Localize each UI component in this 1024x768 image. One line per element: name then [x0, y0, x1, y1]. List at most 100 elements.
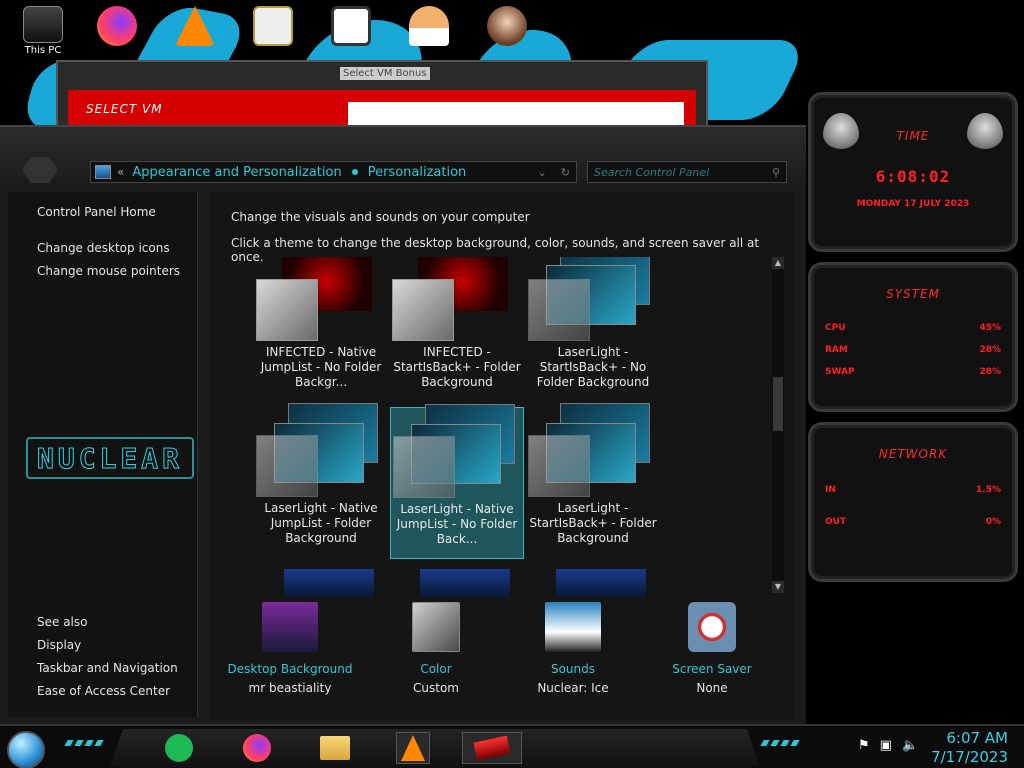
theme-preview-image: [420, 569, 510, 597]
sidebar: Control Panel Home Change desktop icons …: [8, 192, 198, 717]
taskbar-accent: [64, 740, 108, 746]
see-also-display[interactable]: Display: [37, 638, 81, 652]
maze-icon: [331, 6, 371, 46]
folder-icon: [320, 736, 350, 760]
setting-value: None: [696, 681, 728, 695]
firefox-icon: [243, 734, 271, 762]
theme-tile[interactable]: LaserLight - StartIsBack+ - Folder Backg…: [526, 403, 660, 559]
control-panel-icon: [95, 165, 111, 179]
setting-value: mr beastiality: [248, 681, 332, 695]
sidebar-link-desktop-icons[interactable]: Change desktop icons: [37, 241, 170, 255]
color-swatch-icon: [412, 602, 460, 652]
desktop-icon-portrait[interactable]: [482, 6, 532, 56]
scrollbar-thumb[interactable]: [773, 377, 783, 431]
theme-settings-row: Desktop Background mr beastiality Color …: [220, 602, 784, 712]
color-setting[interactable]: Color Custom: [366, 602, 506, 695]
taskbar-app-vm[interactable]: [462, 732, 522, 764]
breadcrumb-appearance[interactable]: Appearance and Personalization: [132, 165, 341, 180]
volume-icon[interactable]: 🔈: [902, 738, 918, 753]
ram-row: RAM 28%: [825, 345, 1001, 355]
theme-tile[interactable]: LaserLight - StartIsBack+ - No Folder Ba…: [526, 257, 660, 403]
theme-name: LaserLight - StartIsBack+ - No Folder Ba…: [536, 345, 650, 389]
desktop-icon-doctor[interactable]: [404, 6, 454, 56]
time-widget-title: TIME: [896, 129, 930, 143]
network-in-row: IN 1.5%: [825, 485, 1001, 495]
breadcrumb-personalization[interactable]: Personalization: [368, 165, 467, 180]
desktop-icon-maze[interactable]: [326, 6, 376, 56]
theme-tile[interactable]: LaserLight - Native JumpList - Folder Ba…: [254, 403, 388, 559]
search-icon[interactable]: ⚲: [772, 166, 780, 179]
back-forward-icon[interactable]: [22, 157, 58, 183]
theme-color-swatch: [528, 279, 590, 341]
chevron-down-icon[interactable]: ⌄: [538, 166, 547, 179]
setting-label: Screen Saver: [672, 662, 752, 676]
search-placeholder: Search Control Panel: [594, 165, 710, 179]
search-input[interactable]: Search Control Panel ⚲: [587, 161, 787, 183]
theme-tile[interactable]: INFECTED - StartIsBack+ - Folder Backgro…: [390, 257, 524, 403]
see-also-taskbar[interactable]: Taskbar and Navigation: [37, 661, 178, 675]
theme-name: INFECTED - StartIsBack+ - Folder Backgro…: [393, 345, 521, 389]
scroll-down-icon[interactable]: ▼: [772, 581, 784, 593]
sidebar-link-mouse-pointers[interactable]: Change mouse pointers: [37, 264, 180, 278]
scroll-up-icon[interactable]: ▲: [772, 257, 784, 269]
widget-date: MONDAY 17 JULY 2023: [856, 199, 970, 209]
cpu-row: CPU 45%: [825, 323, 1001, 333]
screen-saver-icon: [688, 602, 736, 652]
desktop-icon-firefox[interactable]: [92, 6, 142, 56]
see-also-ease-of-access[interactable]: Ease of Access Center: [37, 684, 170, 698]
theme-color-swatch: [392, 279, 454, 341]
flag-icon[interactable]: ⚑: [858, 738, 870, 753]
desktop-background-icon: [262, 602, 318, 652]
see-also-heading: See also: [37, 615, 88, 629]
taskbar-app-spotify[interactable]: [162, 732, 196, 764]
breadcrumb-separator-icon: [351, 169, 358, 175]
taskbar-clock[interactable]: 6:07 AM 7/17/2023: [931, 729, 1008, 767]
firefox-icon: [97, 6, 137, 46]
clock-time: 6:07 AM: [946, 729, 1008, 747]
control-panel-window[interactable]: « Appearance and Personalization Persona…: [0, 125, 806, 725]
taskbar-accent: [760, 740, 804, 746]
desktop-icon-this-pc[interactable]: This PC: [18, 6, 68, 56]
taskbar-app-file-explorer[interactable]: [318, 732, 352, 764]
theme-list: INFECTED - Native JumpList - No Folder B…: [220, 257, 772, 597]
theme-preview-image: [556, 569, 646, 597]
network-icon[interactable]: ▣: [880, 738, 892, 753]
desktop-icon-vlc[interactable]: [170, 6, 220, 56]
start-button[interactable]: [7, 731, 45, 768]
doctor-avatar-icon: [409, 6, 449, 46]
address-bar[interactable]: « Appearance and Personalization Persona…: [90, 161, 577, 183]
theme-tile[interactable]: INFECTED - Native JumpList - No Folder B…: [254, 257, 388, 403]
breadcrumb-back-chevron[interactable]: «: [117, 165, 124, 179]
taskbar: ⚑ ▣ 🔈 6:07 AM 7/17/2023: [0, 724, 1024, 768]
sounds-setting[interactable]: Sounds Nuclear: Ice: [503, 602, 643, 695]
refresh-icon[interactable]: ↻: [561, 166, 570, 179]
content-pane: Change the visuals and sounds on your co…: [210, 192, 794, 720]
clock-date: 7/17/2023: [931, 748, 1008, 766]
vm-select-label: SELECT VM: [86, 102, 163, 116]
theme-tile-selected[interactable]: LaserLight - Native JumpList - No Folder…: [390, 404, 524, 559]
network-widget-title: NETWORK: [878, 447, 948, 461]
xd-app-icon: [253, 6, 293, 46]
setting-label: Desktop Background: [227, 662, 353, 676]
setting-value: Nuclear: Ice: [537, 681, 609, 695]
computer-icon: [23, 6, 63, 43]
desktop-icon-xd[interactable]: [248, 6, 298, 56]
desktop-background-setting[interactable]: Desktop Background mr beastiality: [220, 602, 360, 695]
theme-name: LaserLight - StartIsBack+ - Folder Backg…: [529, 501, 657, 545]
vm-window-title: Select VM Bonus: [340, 67, 430, 80]
theme-name: LaserLight - Native JumpList - Folder Ba…: [264, 501, 378, 545]
theme-color-swatch: [256, 279, 318, 341]
theme-color-swatch: [256, 435, 318, 497]
spotify-icon: [165, 734, 193, 762]
theme-list-scrollbar[interactable]: ▲ ▼: [772, 257, 784, 593]
taskbar-shelf: [110, 729, 760, 767]
screen-saver-setting[interactable]: Screen Saver None: [642, 602, 782, 695]
network-out-row: OUT 0%: [825, 517, 1001, 527]
taskbar-app-vlc[interactable]: [396, 732, 430, 764]
network-widget: NETWORK IN 1.5% OUT 0%: [808, 422, 1018, 582]
widget-clock: 6:08:02: [875, 167, 951, 186]
taskbar-app-firefox[interactable]: [240, 732, 274, 764]
sidebar-link-home[interactable]: Control Panel Home: [37, 205, 156, 219]
theme-color-swatch: [393, 436, 455, 498]
theme-preview-image: [284, 569, 374, 597]
